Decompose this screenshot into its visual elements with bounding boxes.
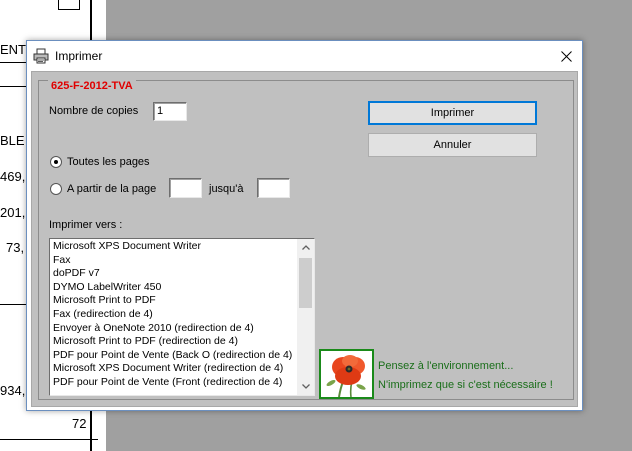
chevron-up-icon xyxy=(301,245,310,250)
printer-list-scrollbar[interactable] xyxy=(297,239,314,395)
scroll-down-button[interactable] xyxy=(297,378,314,395)
printer-item[interactable]: doPDF v7 xyxy=(51,267,297,281)
group-title: 625-F-2012-TVA xyxy=(48,80,136,92)
printer-item[interactable]: PDF pour Point de Vente (Back O (redirec… xyxy=(51,349,297,363)
radio-selected-dot xyxy=(54,160,58,164)
eco-message-line2: N'imprimez que si c'est nécessaire ! xyxy=(378,379,553,391)
scroll-up-button[interactable] xyxy=(297,239,314,256)
to-page-label: jusqu'à xyxy=(209,183,244,195)
document-text: BLE xyxy=(0,133,25,148)
all-pages-radio[interactable] xyxy=(50,156,62,168)
print-options-group: 625-F-2012-TVA Nombre de copies 1 Imprim… xyxy=(38,80,574,400)
chevron-down-icon xyxy=(301,384,310,389)
page-range-radio[interactable] xyxy=(50,183,62,195)
dialog-content: 625-F-2012-TVA Nombre de copies 1 Imprim… xyxy=(31,71,578,407)
printers-label: Imprimer vers : xyxy=(49,219,123,231)
document-text: 934, xyxy=(0,383,26,398)
to-page-input[interactable] xyxy=(257,178,290,198)
document-text: 73, xyxy=(6,240,25,255)
eco-message-line1: Pensez à l'environnement... xyxy=(378,360,514,372)
printer-icon xyxy=(33,48,49,64)
cancel-button[interactable]: Annuler xyxy=(368,133,537,157)
document-text: 72 xyxy=(72,416,87,431)
document-cell xyxy=(58,0,80,10)
printer-item[interactable]: Microsoft Print to PDF xyxy=(51,294,297,308)
document-text: 469, xyxy=(0,169,26,184)
printer-item[interactable]: Microsoft Print to PDF (redirection de 4… xyxy=(51,335,297,349)
document-row-line xyxy=(0,439,98,440)
page-range-label: A partir de la page xyxy=(67,183,157,195)
printer-item[interactable]: Envoyer à OneNote 2010 (redirection de 4… xyxy=(51,322,297,336)
printer-list[interactable]: Microsoft XPS Document Writer Fax doPDF … xyxy=(49,238,315,396)
poppy-flower-icon xyxy=(319,349,374,399)
printer-item[interactable]: Fax (redirection de 4) xyxy=(51,308,297,322)
printer-item[interactable]: Microsoft XPS Document Writer (redirecti… xyxy=(51,362,297,376)
printer-item[interactable]: PDF pour Point de Vente (Front (redirect… xyxy=(51,376,297,390)
printer-item[interactable]: Microsoft XPS Document Writer xyxy=(51,240,297,254)
copies-label: Nombre de copies xyxy=(49,105,139,117)
from-page-input[interactable] xyxy=(169,178,202,198)
printer-item[interactable]: Fax xyxy=(51,254,297,268)
all-pages-label: Toutes les pages xyxy=(67,156,150,168)
close-button[interactable] xyxy=(550,41,582,71)
print-button[interactable]: Imprimer xyxy=(368,101,537,125)
copies-input[interactable]: 1 xyxy=(153,102,187,121)
print-dialog: Imprimer 625-F-2012-TVA Nombre de copies… xyxy=(26,40,583,411)
scrollbar-thumb[interactable] xyxy=(299,258,312,308)
title-bar[interactable]: Imprimer xyxy=(27,41,582,71)
printer-item[interactable]: DYMO LabelWriter 450 xyxy=(51,281,297,295)
document-text: 201, xyxy=(0,205,26,220)
dialog-title: Imprimer xyxy=(55,49,103,63)
document-text: ENT xyxy=(0,42,26,57)
close-icon xyxy=(560,50,572,62)
